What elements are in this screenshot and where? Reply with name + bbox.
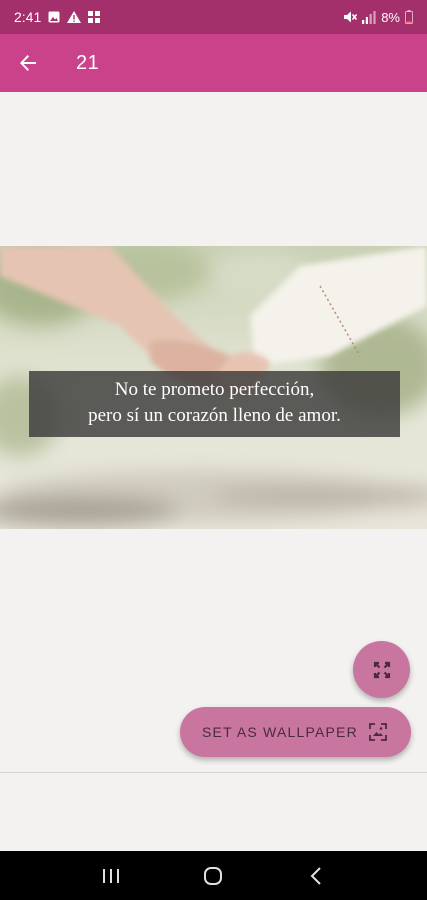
grid-icon (88, 11, 101, 23)
system-nav-bar (0, 851, 427, 900)
wallpaper-icon (368, 722, 388, 742)
arrow-back-icon (19, 54, 37, 72)
fullscreen-button[interactable] (353, 641, 410, 698)
nav-back-button[interactable] (286, 851, 346, 900)
status-bar: 2:41 8% (0, 0, 427, 34)
home-icon (203, 866, 223, 886)
battery-icon (405, 10, 413, 24)
back-button[interactable] (0, 34, 56, 92)
page-title: 21 (76, 51, 100, 74)
mute-icon (343, 10, 358, 24)
quote-line-1: No te prometo perfección, (114, 379, 315, 400)
fullscreen-icon (372, 660, 392, 680)
bottom-area (0, 773, 427, 851)
recents-icon (102, 868, 120, 884)
image-icon (48, 11, 60, 23)
set-wallpaper-label: SET AS WALLPAPER (202, 724, 358, 740)
app-bar: 21 (0, 34, 427, 92)
home-button[interactable] (183, 851, 243, 900)
back-icon (310, 866, 322, 885)
quote-line-2: pero sí un corazón lleno de amor. (88, 405, 341, 426)
warning-icon (67, 11, 82, 23)
set-wallpaper-button[interactable]: SET AS WALLPAPER (180, 707, 411, 757)
quote-caption: No te prometo perfección, pero sí un cor… (29, 371, 400, 437)
battery-percent: 8% (381, 9, 400, 25)
signal-icon (362, 10, 376, 24)
status-time: 2:41 (14, 9, 42, 25)
recents-button[interactable] (81, 851, 141, 900)
